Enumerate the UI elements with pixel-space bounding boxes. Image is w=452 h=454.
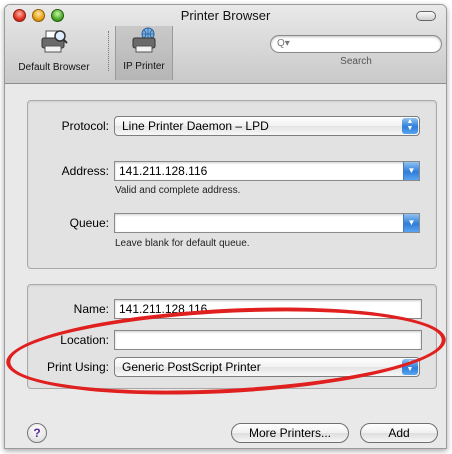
toolbar-toggle-button[interactable] [416,11,436,21]
print-using-value: Generic PostScript Printer [122,360,261,374]
help-button[interactable]: ? [27,423,47,443]
address-label: Address: [61,164,109,178]
location-label: Location: [60,333,109,347]
name-label: Name: [73,302,109,316]
address-combo-box[interactable]: 141.211.128.116 ▼ [114,161,420,181]
address-value: 141.211.128.116 [119,164,208,178]
search-label: Search [340,56,372,67]
protocol-value: Line Printer Daemon – LPD [122,119,269,133]
print-using-label: Print Using: [46,360,109,374]
protocol-popup[interactable]: Line Printer Daemon – LPD ▲ ▼ [114,116,420,136]
add-button[interactable]: Add [360,423,438,443]
queue-label: Queue: [69,216,109,230]
ip-settings-group: Protocol: Line Printer Daemon – LPD ▲ ▼ A… [27,100,437,269]
address-hint: Valid and complete address. [115,185,241,196]
queue-hint: Leave blank for default queue. [115,238,250,249]
printer-magnifier-icon [9,27,99,60]
printer-browser-window: Printer Browser Default Browser IP Print… [4,4,447,449]
default-browser-button[interactable]: Default Browser [9,27,99,79]
title-bar: Printer Browser Default Browser IP Print… [5,5,446,84]
ip-printer-label: IP Printer [123,61,165,72]
popup-arrows-icon: ▲ ▼ [402,359,418,375]
name-field[interactable]: 141.211.128.116 [114,299,422,319]
printer-info-group: Name: 141.211.128.116 Location: Print Us… [27,284,437,389]
search-area: Q▾ Search [270,35,445,67]
default-browser-label: Default Browser [18,62,90,73]
queue-combo-box[interactable]: ▼ [114,213,420,233]
combo-arrow-icon[interactable]: ▼ [403,162,419,180]
network-printer-icon [116,26,172,59]
print-using-popup[interactable]: Generic PostScript Printer ▲ ▼ [114,357,420,377]
search-field[interactable]: Q▾ [270,35,442,53]
popup-arrows-icon: ▲ ▼ [402,118,418,134]
search-icon: Q▾ [277,38,290,49]
ip-printer-button[interactable]: IP Printer [115,26,173,80]
combo-arrow-icon[interactable]: ▼ [403,214,419,232]
more-printers-button[interactable]: More Printers... [231,423,349,443]
window-title: Printer Browser [180,8,271,23]
protocol-label: Protocol: [61,119,109,133]
toolbar-separator [108,31,109,71]
location-field[interactable] [114,330,422,350]
content-area: Protocol: Line Printer Daemon – LPD ▲ ▼ A… [5,84,446,448]
